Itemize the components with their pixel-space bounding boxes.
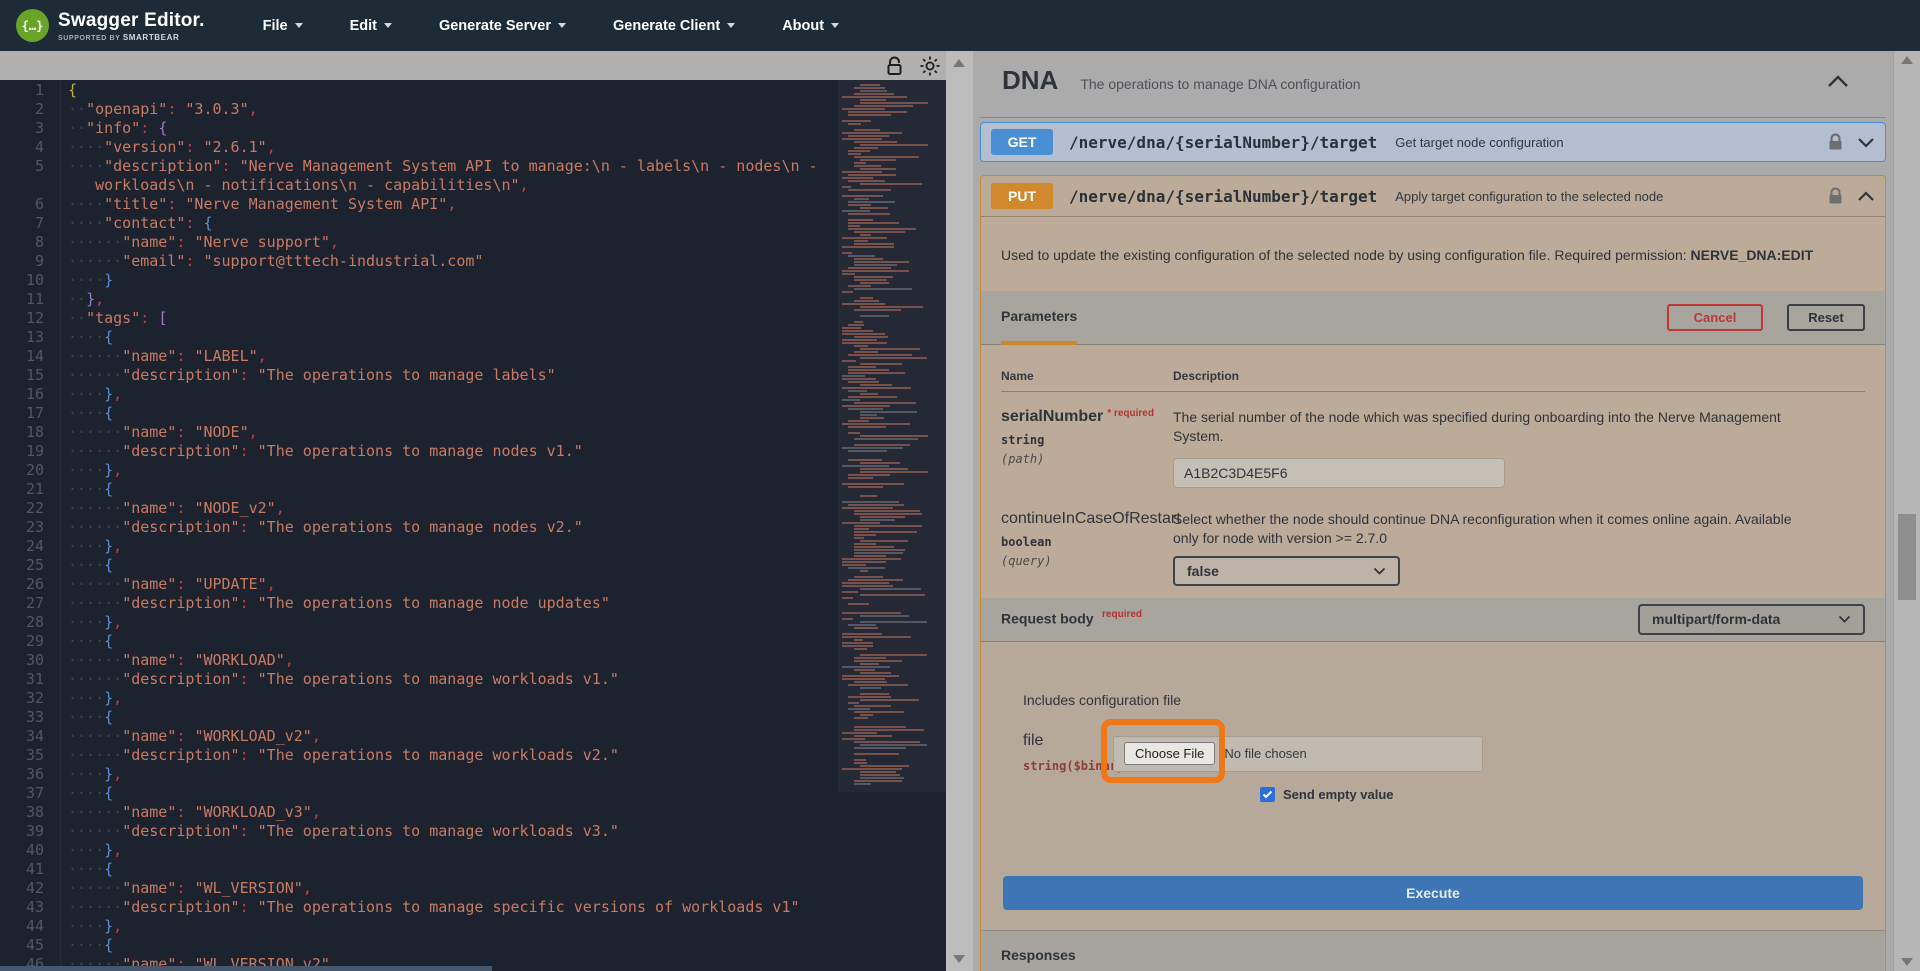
scrollbar-thumb[interactable] [1898, 514, 1916, 600]
scroll-down-arrow-icon[interactable] [953, 955, 965, 963]
collapse-section-icon[interactable] [1827, 75, 1849, 88]
put-summary: Apply target configuration to the select… [1395, 188, 1664, 204]
media-type-select[interactable]: multipart/form-data [1638, 603, 1865, 635]
param-location: (path) [1001, 452, 1045, 466]
lock-icon[interactable] [1828, 133, 1843, 151]
table-header-row: Name Description [1001, 369, 1865, 392]
menu-edit[interactable]: Edit [350, 18, 392, 34]
body-description: Includes configuration file [1023, 691, 1181, 708]
editor-horizontal-scrollbar[interactable] [0, 966, 492, 971]
param-description: Select whether the node should continue … [1173, 510, 1792, 546]
param-row-serialnumber: serialNumber * required string (path) The… [1001, 408, 1865, 488]
menu-generate-server[interactable]: Generate Server [439, 18, 567, 34]
execute-wrapper: Execute [981, 857, 1885, 930]
section-divider [980, 117, 1886, 118]
description-column-header: Description [1173, 369, 1240, 383]
file-param-type: string($binary) [1023, 758, 1132, 773]
required-flag: required [1102, 609, 1143, 621]
top-navbar: {…} Swagger Editor. Supported by SMARTBE… [0, 0, 1920, 51]
param-location: (query) [1001, 553, 1052, 568]
lock-icon[interactable] [1828, 187, 1843, 205]
request-body-band: Request body required multipart/form-dat… [981, 597, 1885, 642]
brightness-icon[interactable] [919, 55, 941, 77]
chevron-down-icon [383, 23, 392, 28]
code-lines[interactable]: {··"openapi": "3.0.3", ··"info": {····"ve… [60, 81, 946, 971]
send-empty-checkbox[interactable] [1260, 786, 1275, 802]
param-row-continueincaseofrestart: continueInCaseOfRestart boolean (query) … [1001, 510, 1865, 586]
panel-scrollbar[interactable] [1893, 51, 1920, 971]
check-icon [1262, 790, 1273, 798]
execute-button[interactable]: Execute [1003, 875, 1863, 910]
reset-button[interactable]: Reset [1787, 304, 1865, 331]
swagger-logo-icon: {…} [16, 9, 49, 42]
brand-subtitle: Supported by SMARTBEAR [58, 32, 180, 42]
chevron-down-icon [1373, 567, 1386, 575]
tag-description: The operations to manage DNA configurati… [1080, 76, 1361, 92]
operation-get-target[interactable]: GET /nerve/dna/{serialNumber}/target Get… [980, 122, 1886, 162]
scroll-down-arrow-icon[interactable] [1901, 958, 1913, 966]
brand: {…} Swagger Editor. Supported by SMARTBE… [16, 9, 205, 42]
chevron-down-icon[interactable] [1857, 137, 1875, 148]
parameters-header-band: Parameters Cancel Reset [981, 291, 1885, 345]
scroll-up-arrow-icon[interactable] [1901, 56, 1913, 64]
responses-title: Responses [1001, 946, 1076, 963]
send-empty-value-row: Send empty value [1260, 786, 1483, 802]
code-editor[interactable]: 1 2 3 4 5 6 7 8 9 10 11 12 13 14 15 16 17 18 19 20 21 22 23 24 2… [0, 80, 946, 971]
required-flag: * required [1107, 408, 1154, 419]
operation-put-target: PUT /nerve/dna/{serialNumber}/target App… [980, 175, 1886, 971]
chevron-up-icon[interactable] [1857, 190, 1875, 202]
file-param-name: file [1023, 731, 1044, 749]
param-name: continueInCaseOfRestart [1001, 509, 1181, 527]
chevron-down-icon [831, 23, 840, 28]
put-path: /nerve/dna/{serialNumber}/target [1069, 186, 1378, 206]
chevron-down-icon [558, 23, 567, 28]
menu-file[interactable]: File [263, 18, 303, 34]
put-description: Used to update the existing configuratio… [1001, 247, 1814, 263]
file-upload-field[interactable]: Choose File No file chosen [1113, 735, 1483, 772]
brand-title: Swagger Editor. [58, 9, 205, 31]
name-column-header: Name [1001, 369, 1034, 383]
scroll-up-arrow-icon[interactable] [953, 59, 965, 67]
chevron-down-icon [727, 23, 736, 28]
menu-about[interactable]: About [782, 18, 840, 34]
choose-file-button[interactable]: Choose File [1124, 742, 1216, 766]
responses-section: Responses [981, 929, 1885, 971]
required-permission: NERVE_DNA:EDIT [1690, 247, 1814, 263]
file-param-row: file string($binary) Choose File No file… [1023, 718, 1885, 802]
param-description: The serial number of the node which was … [1173, 409, 1781, 444]
editor-vertical-scrollbar[interactable] [946, 51, 973, 971]
tag-title: DNA [1002, 65, 1059, 95]
get-method-badge: GET [991, 129, 1053, 155]
serialnumber-input[interactable] [1173, 457, 1505, 488]
send-empty-label: Send empty value [1283, 786, 1394, 802]
param-type: string [1001, 433, 1045, 447]
tab-parameters[interactable]: Parameters [1001, 291, 1078, 345]
put-method-badge: PUT [991, 183, 1053, 209]
parameters-table: Name Description serialNumber * required … [981, 345, 1885, 598]
swagger-ui-panel: DNA The operations to manage DNA configu… [973, 51, 1920, 971]
minimap[interactable] [838, 80, 946, 792]
line-numbers: 1 2 3 4 5 6 7 8 9 10 11 12 13 14 15 16 17 18 19 20 21 22 23 24 2… [25, 81, 44, 971]
request-body-label: Request body [1001, 610, 1094, 627]
param-type: boolean [1001, 534, 1052, 549]
editor-toolbar [0, 51, 946, 80]
tag-header[interactable]: DNA The operations to manage DNA configu… [1002, 65, 1361, 96]
chevron-down-icon [294, 23, 303, 28]
param-name: serialNumber [1001, 408, 1104, 425]
get-summary: Get target node configuration [1395, 134, 1564, 150]
menu-bar: File Edit Generate Server Generate Clien… [263, 18, 840, 34]
unlock-icon[interactable] [886, 56, 903, 76]
cancel-button[interactable]: Cancel [1667, 304, 1763, 331]
get-path: /nerve/dna/{serialNumber}/target [1069, 132, 1378, 152]
menu-generate-client[interactable]: Generate Client [613, 18, 736, 34]
put-header-row[interactable]: PUT /nerve/dna/{serialNumber}/target App… [981, 176, 1885, 217]
request-body-form: Includes configuration file file string(… [981, 641, 1885, 858]
no-file-chosen-text: No file chosen [1224, 746, 1307, 762]
chevron-down-icon [1838, 615, 1851, 623]
continueincaseofrestart-select[interactable]: false [1173, 555, 1400, 586]
